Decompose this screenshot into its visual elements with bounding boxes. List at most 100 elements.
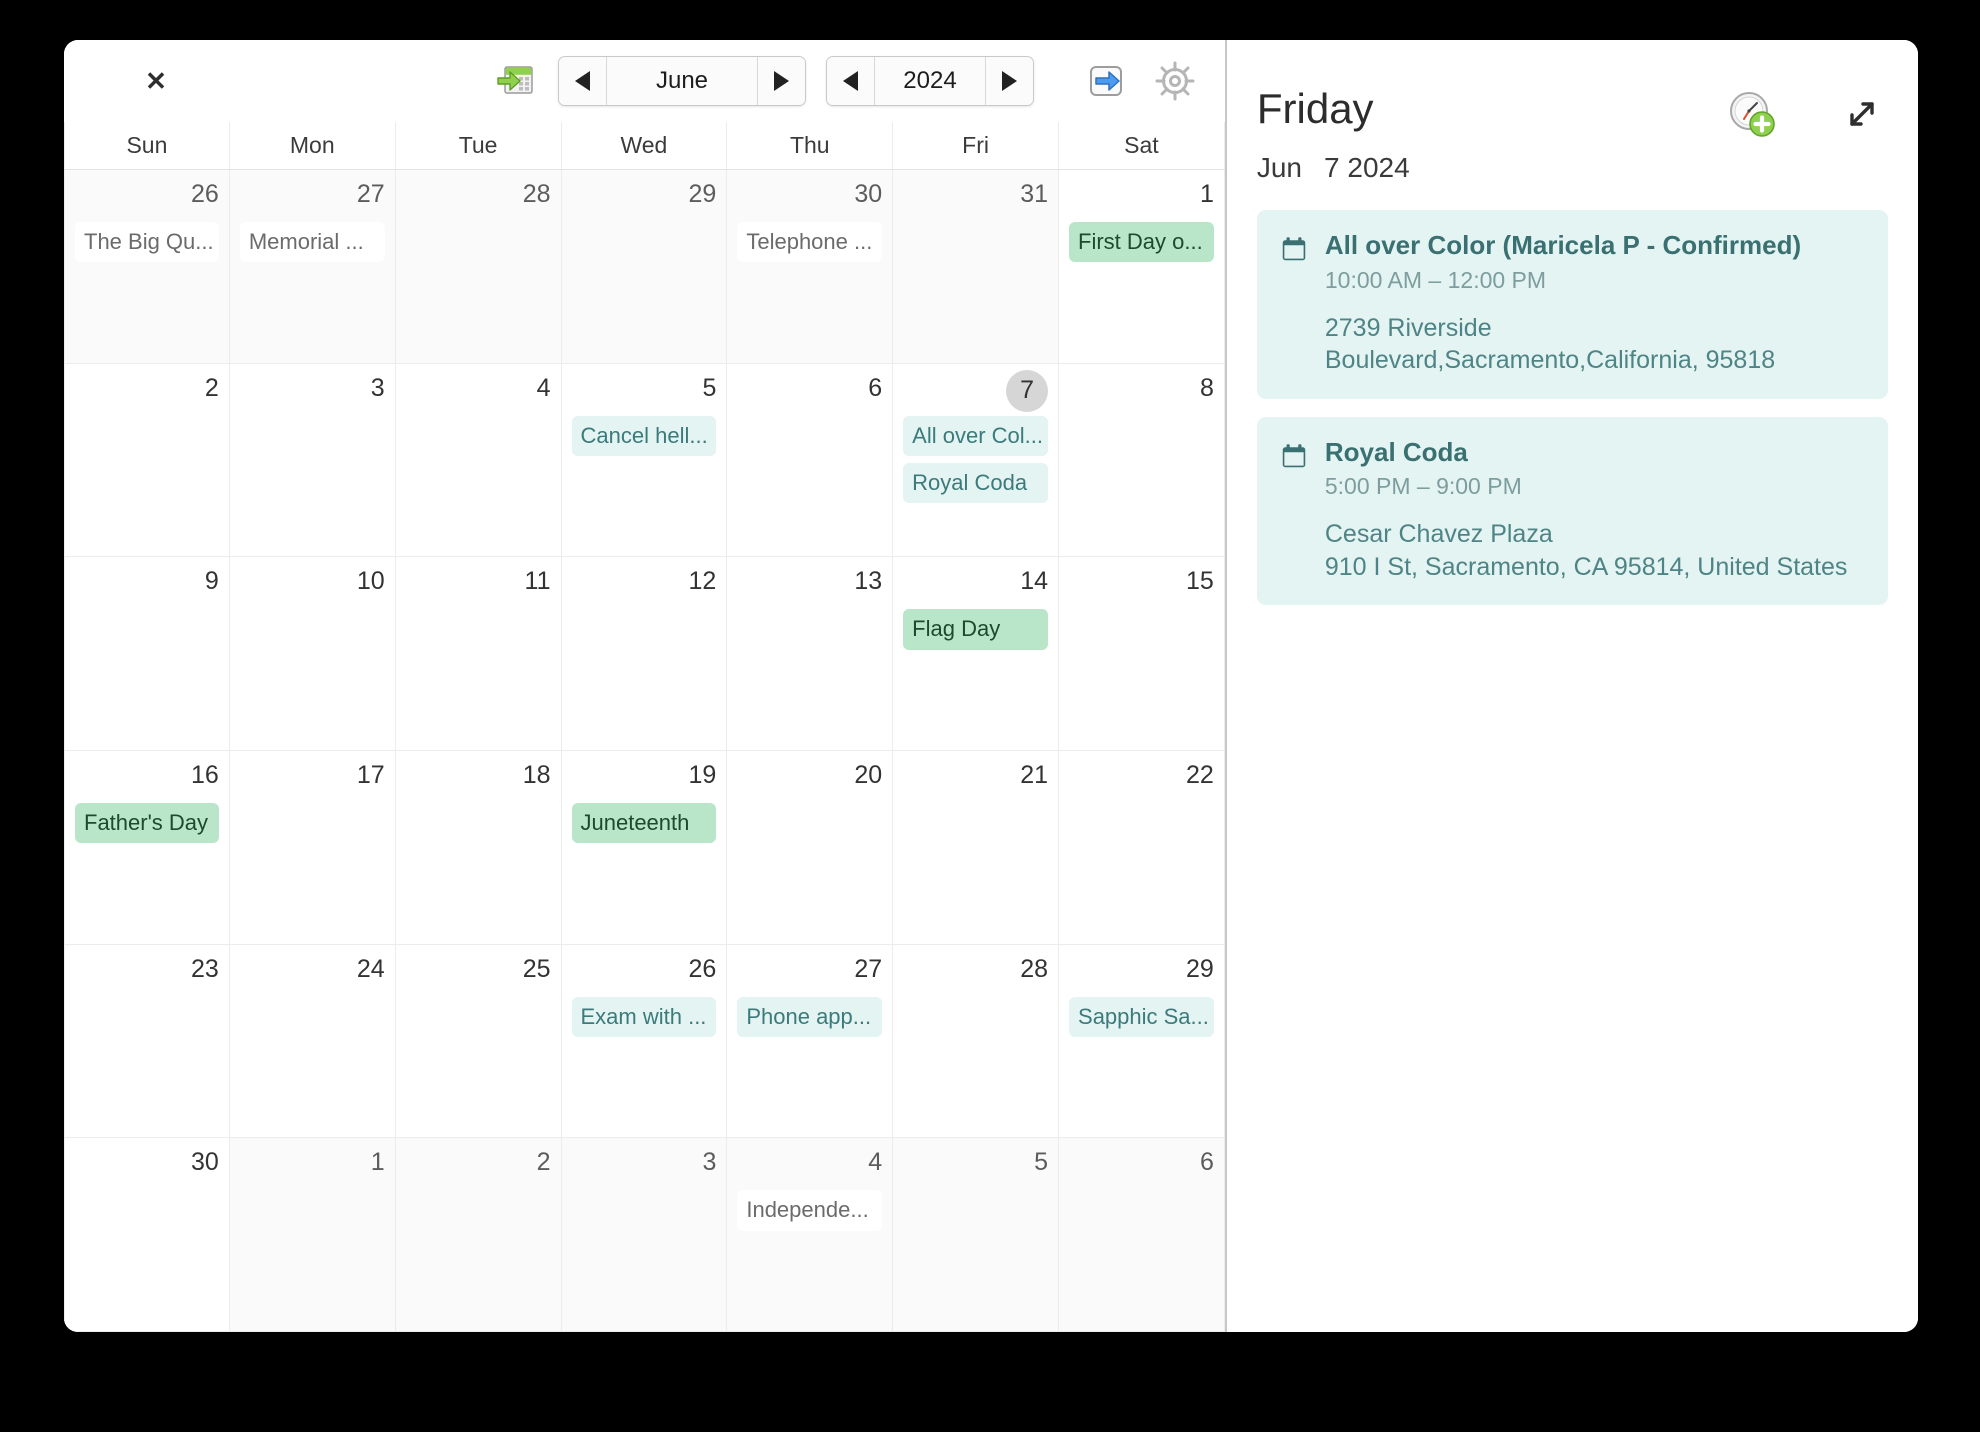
day-cell[interactable]: 26 The Big Qu... [64,170,230,364]
month-next-button[interactable] [757,57,805,105]
add-event-button[interactable] [1726,88,1778,140]
calendar-event-chip[interactable]: Juneteenth [571,803,717,844]
calendar-event-chip[interactable]: Sapphic Sa... [1069,996,1214,1037]
day-number[interactable]: 28 [523,178,551,207]
day-cell[interactable]: 7 All over Col... Royal Coda [893,363,1060,558]
calendar-event-chip[interactable]: First Day o... [1069,222,1214,263]
day-cell[interactable]: 14 Flag Day [893,557,1060,751]
day-number[interactable]: 29 [1186,953,1214,982]
day-cell[interactable]: 10 [229,557,396,751]
day-cell[interactable]: 27 Memorial ... [229,170,396,364]
day-cell[interactable]: 4 [395,363,562,558]
calendar-event-chip[interactable]: Memorial ... [239,222,385,263]
day-cell[interactable]: 5 Cancel hell... [561,363,728,558]
day-number[interactable]: 31 [1020,178,1048,207]
day-cell[interactable]: 6 [727,363,894,558]
calendar-event-chip[interactable]: Royal Coda [903,462,1049,504]
day-number[interactable]: 15 [1186,565,1214,594]
day-cell[interactable]: 20 [727,751,894,945]
settings-button[interactable] [1153,59,1197,103]
day-cell[interactable]: 4 Independe... [727,1138,894,1332]
calendar-event-chip[interactable]: All over Col... [903,415,1049,456]
day-cell[interactable]: 29 Sapphic Sa... [1059,944,1225,1139]
day-number[interactable]: 8 [1200,372,1214,401]
calendar-event-chip[interactable]: Independe... [737,1190,883,1231]
day-number[interactable]: 25 [523,953,551,982]
expand-button[interactable] [1840,92,1884,136]
day-cell[interactable]: 13 [727,557,894,751]
day-number[interactable]: 5 [1034,1146,1048,1175]
day-cell[interactable]: 3 [561,1138,728,1332]
day-cell[interactable]: 2 [64,363,230,558]
day-number[interactable]: 17 [357,759,385,788]
day-number[interactable]: 2 [537,1146,551,1175]
day-cell[interactable]: 26 Exam with ... [561,944,728,1139]
day-cell[interactable]: 6 [1059,1138,1225,1332]
day-number[interactable]: 26 [191,178,219,207]
export-button[interactable] [1085,60,1127,102]
calendar-event-chip[interactable]: The Big Qu... [75,222,219,263]
day-number[interactable]: 4 [537,372,551,401]
day-number[interactable]: 6 [1200,1146,1214,1175]
day-cell[interactable]: 15 [1059,557,1225,751]
day-cell[interactable]: 16 Father's Day [64,751,230,945]
event-detail-card[interactable]: Royal Coda 5:00 PM – 9:00 PM Cesar Chavez … [1256,416,1888,606]
day-number[interactable]: 1 [371,1146,385,1175]
calendar-event-chip[interactable]: Flag Day [903,609,1049,650]
day-number[interactable]: 28 [1020,953,1048,982]
day-cell[interactable]: 30 Telephone ... [727,170,894,364]
day-cell[interactable]: 31 [893,170,1060,364]
day-cell[interactable]: 23 [64,944,230,1139]
day-number[interactable]: 6 [868,372,882,401]
day-cell[interactable]: 1 [229,1138,396,1332]
day-number[interactable]: 10 [357,565,385,594]
day-cell[interactable]: 9 [64,557,230,751]
day-number[interactable]: 19 [689,759,717,788]
month-value[interactable]: June [607,57,757,105]
year-value[interactable]: 2024 [875,57,985,105]
day-number-selected[interactable]: 7 [1006,369,1049,412]
calendar-event-chip[interactable]: Phone app... [737,996,883,1037]
day-number[interactable]: 29 [689,178,717,207]
day-cell[interactable]: 18 [395,751,562,945]
day-number[interactable]: 9 [205,565,219,594]
calendar-event-chip[interactable]: Telephone ... [737,222,883,263]
day-number[interactable]: 26 [689,953,717,982]
day-cell[interactable]: 1 First Day o... [1059,170,1225,364]
day-cell[interactable]: 25 [395,944,562,1139]
day-number[interactable]: 4 [868,1146,882,1175]
day-number[interactable]: 16 [191,759,219,788]
day-number[interactable]: 11 [525,565,551,594]
calendar-event-chip[interactable]: Cancel hell... [571,415,717,456]
day-number[interactable]: 30 [191,1146,219,1175]
calendar-event-chip[interactable]: Exam with ... [571,996,717,1037]
day-cell[interactable]: 29 [561,170,728,364]
day-cell[interactable]: 8 [1059,363,1225,558]
day-number[interactable]: 2 [205,372,219,401]
calendar-event-chip[interactable]: Father's Day [75,803,219,844]
day-cell[interactable]: 27 Phone app... [727,944,894,1139]
day-number[interactable]: 18 [523,759,551,788]
day-number[interactable]: 12 [689,565,717,594]
day-number[interactable]: 22 [1186,759,1214,788]
day-number[interactable]: 14 [1020,565,1048,594]
day-cell[interactable]: 28 [395,170,562,364]
day-number[interactable]: 23 [191,953,219,982]
year-prev-button[interactable] [827,57,875,105]
day-number[interactable]: 3 [371,372,385,401]
month-prev-button[interactable] [559,57,607,105]
event-detail-card[interactable]: All over Color (Maricela P - Confirmed) 1… [1256,210,1888,399]
day-number[interactable]: 1 [1200,178,1214,207]
day-number[interactable]: 27 [357,178,385,207]
day-cell[interactable]: 5 [893,1138,1060,1332]
day-cell[interactable]: 30 [64,1138,230,1332]
day-cell[interactable]: 17 [229,751,396,945]
day-number[interactable]: 24 [357,953,385,982]
day-cell[interactable]: 11 [395,557,562,751]
day-cell[interactable]: 21 [893,751,1060,945]
day-number[interactable]: 3 [702,1146,716,1175]
day-cell[interactable]: 22 [1059,751,1225,945]
day-cell[interactable]: 12 [561,557,728,751]
day-number[interactable]: 27 [854,953,882,982]
day-number[interactable]: 5 [702,372,716,401]
